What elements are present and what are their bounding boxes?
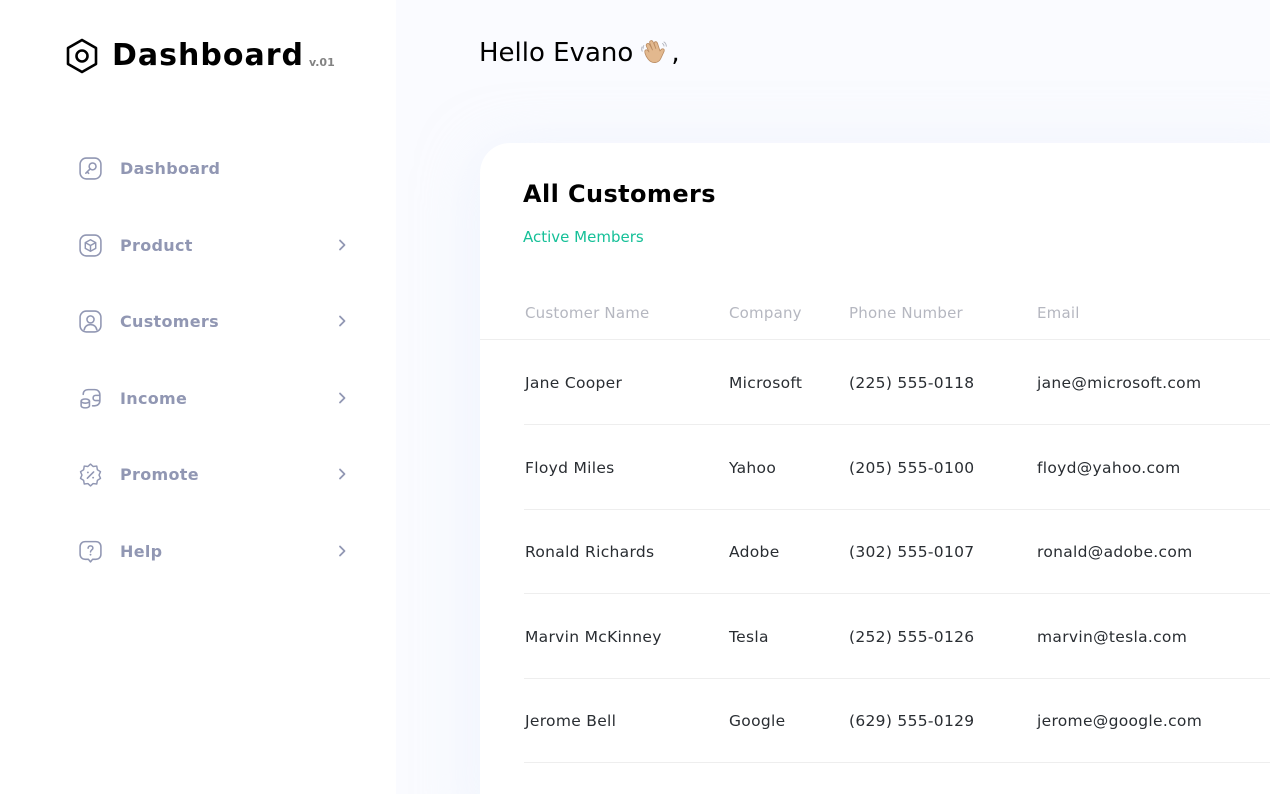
customer-company: Tesla xyxy=(729,628,769,646)
customer-phone: (629) 555-0129 xyxy=(849,712,975,730)
brand[interactable]: Dashboard v.01 xyxy=(64,36,335,76)
sidebar-item-promote[interactable]: Promote xyxy=(78,460,350,488)
chevron-right-icon xyxy=(339,468,346,480)
sidebar-item-label: Promote xyxy=(120,464,199,484)
table-row[interactable]: Jane Cooper Microsoft (225) 555-0118 jan… xyxy=(524,340,1270,425)
brand-version: v.01 xyxy=(308,55,335,69)
message-question-icon xyxy=(79,540,102,563)
customer-company: Yahoo xyxy=(729,459,777,477)
customer-name: Jane Cooper xyxy=(525,374,623,392)
customer-name: Jerome Bell xyxy=(525,712,617,730)
sidebar-item-label: Product xyxy=(120,235,193,255)
chevron-right-icon xyxy=(339,315,346,327)
greeting: Hello Evano , xyxy=(479,38,680,68)
column-header-customer-name[interactable]: Customer Name xyxy=(525,304,649,322)
column-header-email[interactable]: Email xyxy=(1037,304,1080,322)
customer-email: jane@microsoft.com xyxy=(1037,374,1202,392)
waving-hand-icon xyxy=(641,40,668,63)
customer-company: Google xyxy=(729,712,786,730)
sidebar-item-customers[interactable]: Customers xyxy=(78,307,350,335)
customer-email: floyd@yahoo.com xyxy=(1037,459,1181,477)
key-square-icon xyxy=(79,156,102,180)
column-header-company[interactable]: Company xyxy=(729,304,802,322)
customer-phone: (302) 555-0107 xyxy=(849,543,975,561)
active-members-link[interactable]: Active Members xyxy=(523,228,644,246)
sidebar-item-label: Customers xyxy=(120,311,219,331)
customer-email: jerome@google.com xyxy=(1037,712,1203,730)
hexagon-logo-icon xyxy=(66,38,98,74)
sidebar-item-label: Help xyxy=(120,541,163,561)
sidebar-item-help[interactable]: Help xyxy=(78,537,350,565)
sidebar-item-label: Income xyxy=(120,388,188,408)
brand-title: Dashboard xyxy=(112,38,304,73)
table-row[interactable]: Floyd Miles Yahoo (205) 555-0100 floyd@y… xyxy=(524,425,1270,510)
greeting-suffix: , xyxy=(671,38,680,68)
3d-square-icon xyxy=(79,233,102,257)
chevron-right-icon xyxy=(339,239,346,251)
table-row[interactable]: Jerome Bell Google (629) 555-0129 jerome… xyxy=(524,678,1270,763)
sidebar-item-label: Dashboard xyxy=(120,158,221,178)
customer-phone: (225) 555-0118 xyxy=(849,374,975,392)
greeting-text: Hello Evano xyxy=(479,38,634,68)
customer-phone: (252) 555-0126 xyxy=(849,628,975,646)
sidebar-item-product[interactable]: Product xyxy=(78,231,350,259)
customer-company: Adobe xyxy=(729,543,780,561)
sidebar: Dashboard v.01 Dashboard Product Custome… xyxy=(0,0,396,794)
table-row[interactable]: Ronald Richards Adobe (302) 555-0107 ron… xyxy=(524,509,1270,594)
app: Dashboard v.01 Dashboard Product Custome… xyxy=(0,0,1270,794)
customer-phone: (205) 555-0100 xyxy=(849,459,975,477)
discount-shape-icon xyxy=(79,462,102,487)
customer-name: Ronald Richards xyxy=(525,543,655,561)
customers-card: All Customers Active Members Customer Na… xyxy=(480,143,1270,794)
column-header-phone-number[interactable]: Phone Number xyxy=(849,304,963,322)
user-square-icon xyxy=(79,309,102,333)
sidebar-item-income[interactable]: Income xyxy=(78,384,350,412)
customer-company: Microsoft xyxy=(729,374,803,392)
sidebar-item-dashboard[interactable]: Dashboard xyxy=(78,154,350,182)
chevron-right-icon xyxy=(339,392,346,404)
card-title: All Customers xyxy=(523,180,716,208)
table-row[interactable]: Marvin McKinney Tesla (252) 555-0126 mar… xyxy=(524,594,1270,679)
customer-name: Marvin McKinney xyxy=(525,628,662,646)
table-header: Customer Name Company Phone Number Email xyxy=(480,300,1270,340)
customer-name: Floyd Miles xyxy=(525,459,615,477)
wallet-money-icon xyxy=(80,388,101,409)
customer-email: marvin@tesla.com xyxy=(1037,628,1188,646)
chevron-right-icon xyxy=(339,545,346,557)
customer-email: ronald@adobe.com xyxy=(1037,543,1193,561)
